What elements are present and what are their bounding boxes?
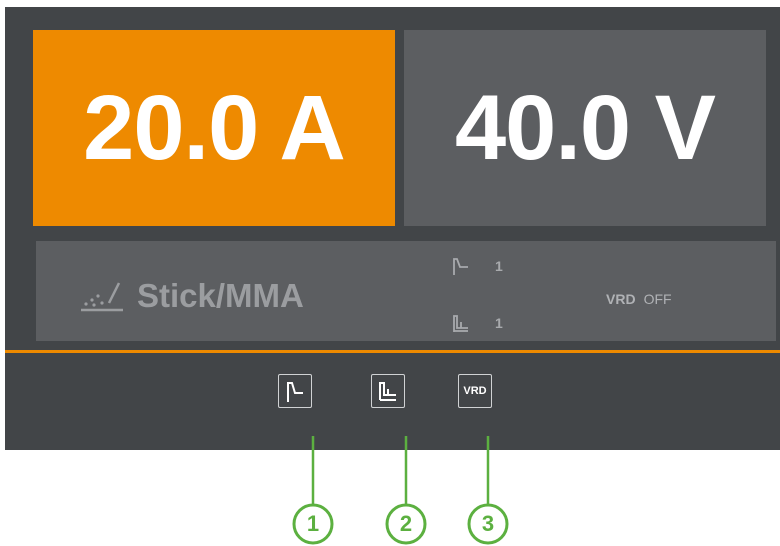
callout-number-1: 1 (306, 511, 320, 536)
callout-number-3: 3 (481, 511, 495, 536)
callout-lines (292, 436, 509, 545)
callout-number-2: 2 (399, 511, 413, 536)
